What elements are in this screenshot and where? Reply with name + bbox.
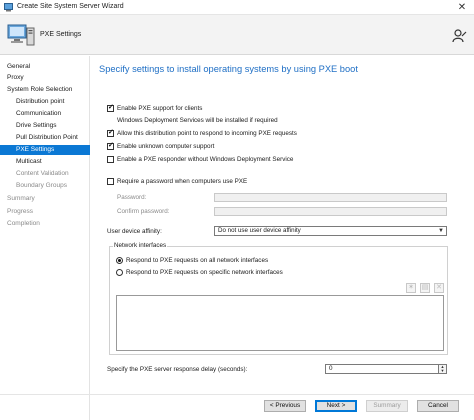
allow-respond-label: Allow this distribution point to respond… (117, 130, 297, 137)
window-title: Create Site System Server Wizard (17, 3, 124, 10)
response-delay-label: Specify the PXE server response delay (s… (107, 366, 248, 373)
nav-item-progress: Progress (7, 208, 34, 215)
network-interfaces-list[interactable] (116, 295, 444, 351)
page-title: PXE Settings (40, 31, 82, 38)
properties-icon: ▤ (420, 283, 430, 293)
password-field (214, 193, 447, 202)
footer-divider (0, 394, 474, 395)
nav-item-summary: Summary (7, 195, 35, 202)
new-interface-icon: ✶ (406, 283, 416, 293)
delete-icon: ✕ (434, 283, 444, 293)
nav-item-communication[interactable]: Communication (0, 109, 90, 119)
enable-pxe-label: Enable PXE support for clients (117, 105, 203, 112)
network-interfaces-label: Network interfaces (113, 242, 168, 249)
specific-interfaces-label: Respond to PXE requests on specific netw… (126, 269, 283, 276)
all-interfaces-label: Respond to PXE requests on all network i… (126, 257, 269, 264)
pxe-responder-checkbox[interactable] (107, 156, 114, 163)
confirm-password-label: Confirm password: (117, 208, 170, 215)
pxe-responder-label: Enable a PXE responder without Windows D… (117, 156, 294, 163)
password-label: Password: (117, 194, 147, 201)
nav-item-general[interactable]: General (0, 62, 90, 72)
nav-item-boundary-groups: Boundary Groups (16, 182, 67, 189)
app-icon (4, 3, 13, 12)
require-password-label: Require a password when computers use PX… (117, 178, 248, 185)
person-icon (452, 29, 467, 43)
nav-item-completion: Completion (7, 220, 40, 227)
allow-respond-checkbox[interactable] (107, 128, 114, 138)
nav-item-pull-distribution-point[interactable]: Pull Distribution Point (0, 133, 90, 143)
user-device-affinity-value: Do not use user device affinity (218, 227, 301, 234)
nav-item-system-role-selection[interactable]: System Role Selection (0, 85, 90, 95)
nav-item-proxy[interactable]: Proxy (0, 73, 90, 83)
summary-button: Summary (366, 400, 408, 412)
previous-button[interactable]: < Previous (264, 400, 306, 412)
nav-item-content-validation: Content Validation (16, 170, 69, 177)
wizard-nav: General Proxy System Role Selection Dist… (0, 56, 90, 420)
nav-item-pxe-settings[interactable]: PXE Settings (0, 145, 90, 155)
user-device-affinity-label: User device affinity: (107, 228, 162, 235)
nav-item-drive-settings[interactable]: Drive Settings (0, 121, 90, 131)
all-interfaces-radio[interactable] (116, 257, 123, 264)
enable-pxe-checkbox[interactable] (107, 103, 114, 113)
specific-interfaces-radio[interactable] (116, 269, 123, 276)
chevron-down-icon: ▼ (438, 228, 444, 234)
unknown-computer-support-checkbox[interactable] (107, 141, 114, 151)
response-delay-spinner[interactable]: ▲ ▼ (439, 364, 447, 374)
wds-note: Windows Deployment Services will be inst… (117, 117, 278, 124)
cancel-button[interactable]: Cancel (417, 400, 459, 412)
confirm-password-field (214, 207, 447, 216)
response-delay-input[interactable]: 0 (325, 364, 439, 374)
computer-icon (7, 24, 35, 46)
main-heading: Specify settings to install operating sy… (99, 64, 358, 74)
require-password-checkbox[interactable] (107, 178, 114, 185)
unknown-computer-support-label: Enable unknown computer support (117, 143, 215, 150)
spin-down-icon[interactable]: ▼ (439, 369, 446, 373)
close-icon[interactable]: ✕ (454, 1, 470, 14)
next-button[interactable]: Next > (315, 400, 357, 412)
user-device-affinity-select[interactable]: Do not use user device affinity ▼ (214, 226, 447, 236)
nav-item-distribution-point[interactable]: Distribution point (0, 97, 90, 107)
nav-item-multicast[interactable]: Multicast (0, 157, 90, 167)
